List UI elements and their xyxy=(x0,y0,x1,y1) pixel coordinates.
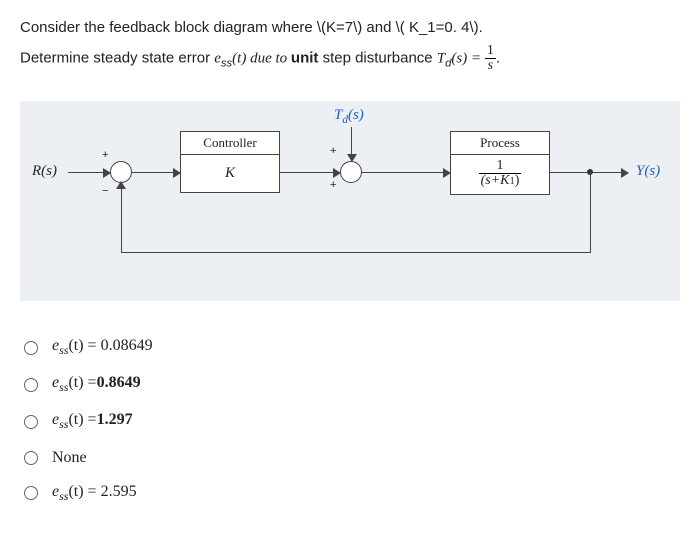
q2-b0: (t) due to xyxy=(232,50,291,66)
q2-e: . xyxy=(496,49,500,66)
option-2[interactable]: ess(t) =0.8649 xyxy=(20,366,680,403)
q2-c: step disturbance xyxy=(318,49,436,66)
frac-num: 1 xyxy=(485,44,496,59)
controller-gain: K xyxy=(181,155,279,192)
fb-arrowhead xyxy=(116,181,126,189)
radio-icon[interactable] xyxy=(24,378,38,392)
option-5-text: ess(t) = 2.595 xyxy=(52,483,137,504)
line-sum2-proc xyxy=(362,172,450,173)
line-td xyxy=(351,127,352,161)
option-3-text: ess(t) =1.297 xyxy=(52,411,133,432)
question-line-1: Consider the feedback block diagram wher… xyxy=(20,16,680,40)
summing-junction-2 xyxy=(340,161,362,183)
line-sum1-ctrl xyxy=(132,172,180,173)
option-2-text: ess(t) =0.8649 xyxy=(52,374,141,395)
q2-bold: unit xyxy=(291,49,319,66)
td-b: (s) xyxy=(348,107,364,123)
pd-b: ) xyxy=(515,173,520,188)
proc-den: (s+K1) xyxy=(479,174,522,188)
o2b: (t) = xyxy=(68,374,96,391)
input-label: R(s) xyxy=(32,163,57,180)
q2-d: (s) = xyxy=(451,50,484,66)
q2-frac: 1s xyxy=(485,44,496,73)
option-5[interactable]: ess(t) = 2.595 xyxy=(20,475,680,512)
q2-td: T xyxy=(437,50,445,66)
minus-1: − xyxy=(102,185,108,197)
summing-junction-1 xyxy=(110,161,132,183)
radio-icon[interactable] xyxy=(24,486,38,500)
process-tf: 1 (s+K1) xyxy=(451,155,549,194)
frac-den: s xyxy=(485,59,496,73)
block-diagram: R(s) + − Controller K + + Td(s) Process … xyxy=(20,101,680,301)
q2-ess-sub: ss xyxy=(221,57,232,69)
plus-1: + xyxy=(102,149,108,161)
q2-ess: e xyxy=(214,50,221,66)
radio-icon[interactable] xyxy=(24,341,38,355)
o3b: (t) = xyxy=(68,411,96,428)
pd-a: (s+K xyxy=(481,173,510,188)
disturbance-label: Td(s) xyxy=(334,107,364,126)
option-4-text: None xyxy=(52,449,87,467)
process-label: Process xyxy=(451,132,549,155)
process-block: Process 1 (s+K1) xyxy=(450,131,550,195)
line-rin xyxy=(68,172,110,173)
q2-a: Determine steady state error xyxy=(20,49,214,66)
plus-2b: + xyxy=(330,179,336,191)
plus-2a: + xyxy=(330,145,336,157)
fb-v1 xyxy=(590,172,591,252)
o1b: (t) = 0.08649 xyxy=(68,337,152,354)
fb-h xyxy=(121,252,591,253)
proc-num: 1 xyxy=(479,159,522,174)
option-1[interactable]: ess(t) = 0.08649 xyxy=(20,329,680,366)
option-3[interactable]: ess(t) =1.297 xyxy=(20,403,680,440)
line-ctrl-sum2 xyxy=(280,172,340,173)
radio-icon[interactable] xyxy=(24,415,38,429)
o5b: (t) = 2.595 xyxy=(68,483,136,500)
controller-label: Controller xyxy=(181,132,279,155)
option-4[interactable]: None xyxy=(20,441,680,475)
output-label: Y(s) xyxy=(636,163,660,180)
o3c: 1.297 xyxy=(97,411,133,428)
answer-options: ess(t) = 0.08649 ess(t) =0.8649 ess(t) =… xyxy=(20,329,680,512)
radio-icon[interactable] xyxy=(24,451,38,465)
fb-v2 xyxy=(121,183,122,253)
question-line-2: Determine steady state error ess(t) due … xyxy=(20,44,680,73)
controller-block: Controller K xyxy=(180,131,280,193)
option-1-text: ess(t) = 0.08649 xyxy=(52,337,153,358)
o2c: 0.8649 xyxy=(97,374,141,391)
